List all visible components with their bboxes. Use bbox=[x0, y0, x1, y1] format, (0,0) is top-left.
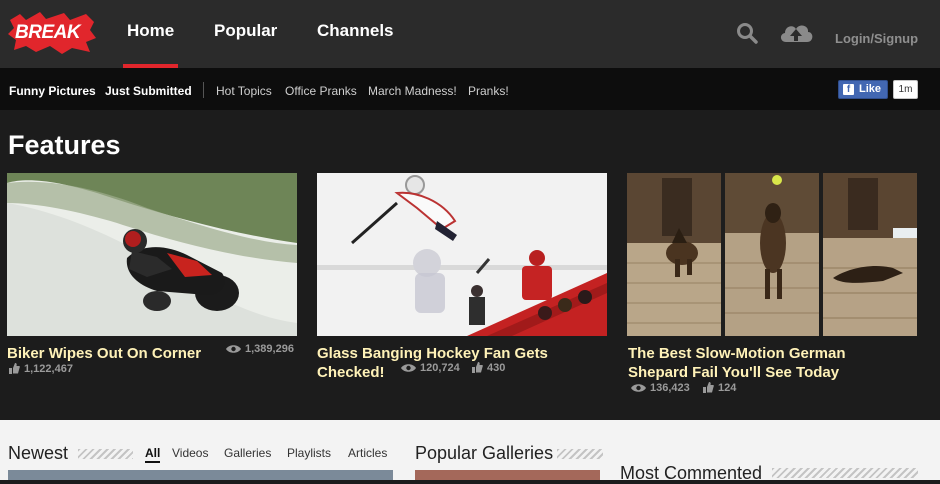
thumbs-up-icon bbox=[703, 382, 714, 393]
thumbs-up-icon bbox=[9, 363, 20, 374]
features-section: Features Biker Wipes Out On Corner 1,389… bbox=[0, 110, 940, 420]
subnav-pranks[interactable]: Pranks! bbox=[468, 84, 509, 98]
subnav-office-pranks[interactable]: Office Pranks bbox=[285, 84, 357, 98]
views-count: 1,389,296 bbox=[245, 343, 294, 355]
thumbs-up-icon bbox=[472, 362, 483, 373]
feature-title-line: Shepard Fail You'll See Today bbox=[628, 364, 840, 381]
feature-likes-dog: 124 bbox=[703, 382, 736, 394]
login-signup-link[interactable]: Login/Signup bbox=[835, 31, 918, 46]
subnav-divider bbox=[203, 82, 204, 98]
lower-content: Newest All Videos Galleries Playlists Ar… bbox=[0, 420, 940, 483]
feature-thumbnail-biker[interactable] bbox=[7, 173, 297, 336]
tab-playlists[interactable]: Playlists bbox=[287, 446, 331, 460]
views-count: 136,423 bbox=[650, 382, 690, 394]
subnav-march-madness[interactable]: March Madness! bbox=[368, 84, 457, 98]
most-commented-title: Most Commented bbox=[620, 463, 763, 483]
feature-title-line: The Best Slow-Motion German bbox=[628, 345, 846, 362]
feature-likes-hockey: 430 bbox=[472, 362, 505, 374]
subnav-hot-topics[interactable]: Hot Topics bbox=[216, 84, 272, 98]
feature-likes-biker: 1,122,467 bbox=[9, 363, 73, 375]
sub-navigation: Funny Pictures Just Submitted Hot Topics… bbox=[0, 68, 940, 110]
tab-articles[interactable]: Articles bbox=[348, 446, 387, 460]
top-navigation: BREAK Home Popular Channels Login/Signup bbox=[0, 0, 940, 68]
feature-thumbnail-dog[interactable] bbox=[627, 173, 917, 336]
facebook-like-label: Like bbox=[859, 83, 882, 95]
facebook-like-count: 1m bbox=[893, 80, 918, 99]
tab-videos[interactable]: Videos bbox=[172, 446, 208, 460]
section-divider-hatch bbox=[78, 449, 133, 459]
features-title: Features bbox=[8, 130, 121, 160]
likes-count: 124 bbox=[718, 382, 737, 394]
feature-views-hockey: 120,724 bbox=[401, 362, 460, 374]
feature-title-biker[interactable]: Biker Wipes Out On Corner bbox=[7, 344, 201, 363]
eye-icon bbox=[631, 384, 646, 392]
feature-thumbnail-hockey[interactable] bbox=[317, 173, 607, 336]
likes-count: 430 bbox=[487, 362, 506, 374]
section-divider-hatch bbox=[557, 449, 603, 459]
likes-count: 1,122,467 bbox=[24, 363, 73, 375]
tab-galleries[interactable]: Galleries bbox=[224, 446, 271, 460]
nav-channels[interactable]: Channels bbox=[317, 0, 394, 68]
break-logo[interactable]: BREAK bbox=[6, 12, 98, 54]
views-count: 120,724 bbox=[420, 362, 460, 374]
feature-title-line: Glass Banging Hockey Fan Gets bbox=[317, 345, 548, 362]
section-divider-hatch bbox=[772, 468, 918, 478]
upload-cloud-icon[interactable] bbox=[778, 20, 814, 44]
eye-icon bbox=[401, 364, 416, 372]
feature-title-dog[interactable]: The Best Slow-Motion German Shepard Fail… bbox=[628, 344, 846, 382]
logo-text: BREAK bbox=[15, 22, 81, 43]
feature-views-dog: 136,423 bbox=[631, 382, 690, 394]
tab-all[interactable]: All bbox=[145, 446, 161, 463]
popular-galleries-thumbnail[interactable] bbox=[415, 470, 600, 480]
subnav-just-submitted[interactable]: Just Submitted bbox=[105, 84, 192, 98]
nav-home[interactable]: Home bbox=[122, 0, 179, 68]
newest-thumbnail-strip[interactable] bbox=[8, 470, 393, 480]
popular-galleries-title: Popular Galleries bbox=[415, 443, 554, 463]
nav-popular[interactable]: Popular bbox=[214, 0, 277, 68]
facebook-like-button[interactable]: f Like bbox=[838, 80, 888, 99]
newest-title: Newest bbox=[8, 443, 69, 463]
subnav-funny-pictures[interactable]: Funny Pictures bbox=[9, 84, 96, 98]
feature-views-biker: 1,389,296 bbox=[226, 343, 294, 355]
facebook-icon: f bbox=[843, 84, 854, 95]
eye-icon bbox=[226, 345, 241, 353]
search-icon[interactable] bbox=[736, 22, 758, 44]
